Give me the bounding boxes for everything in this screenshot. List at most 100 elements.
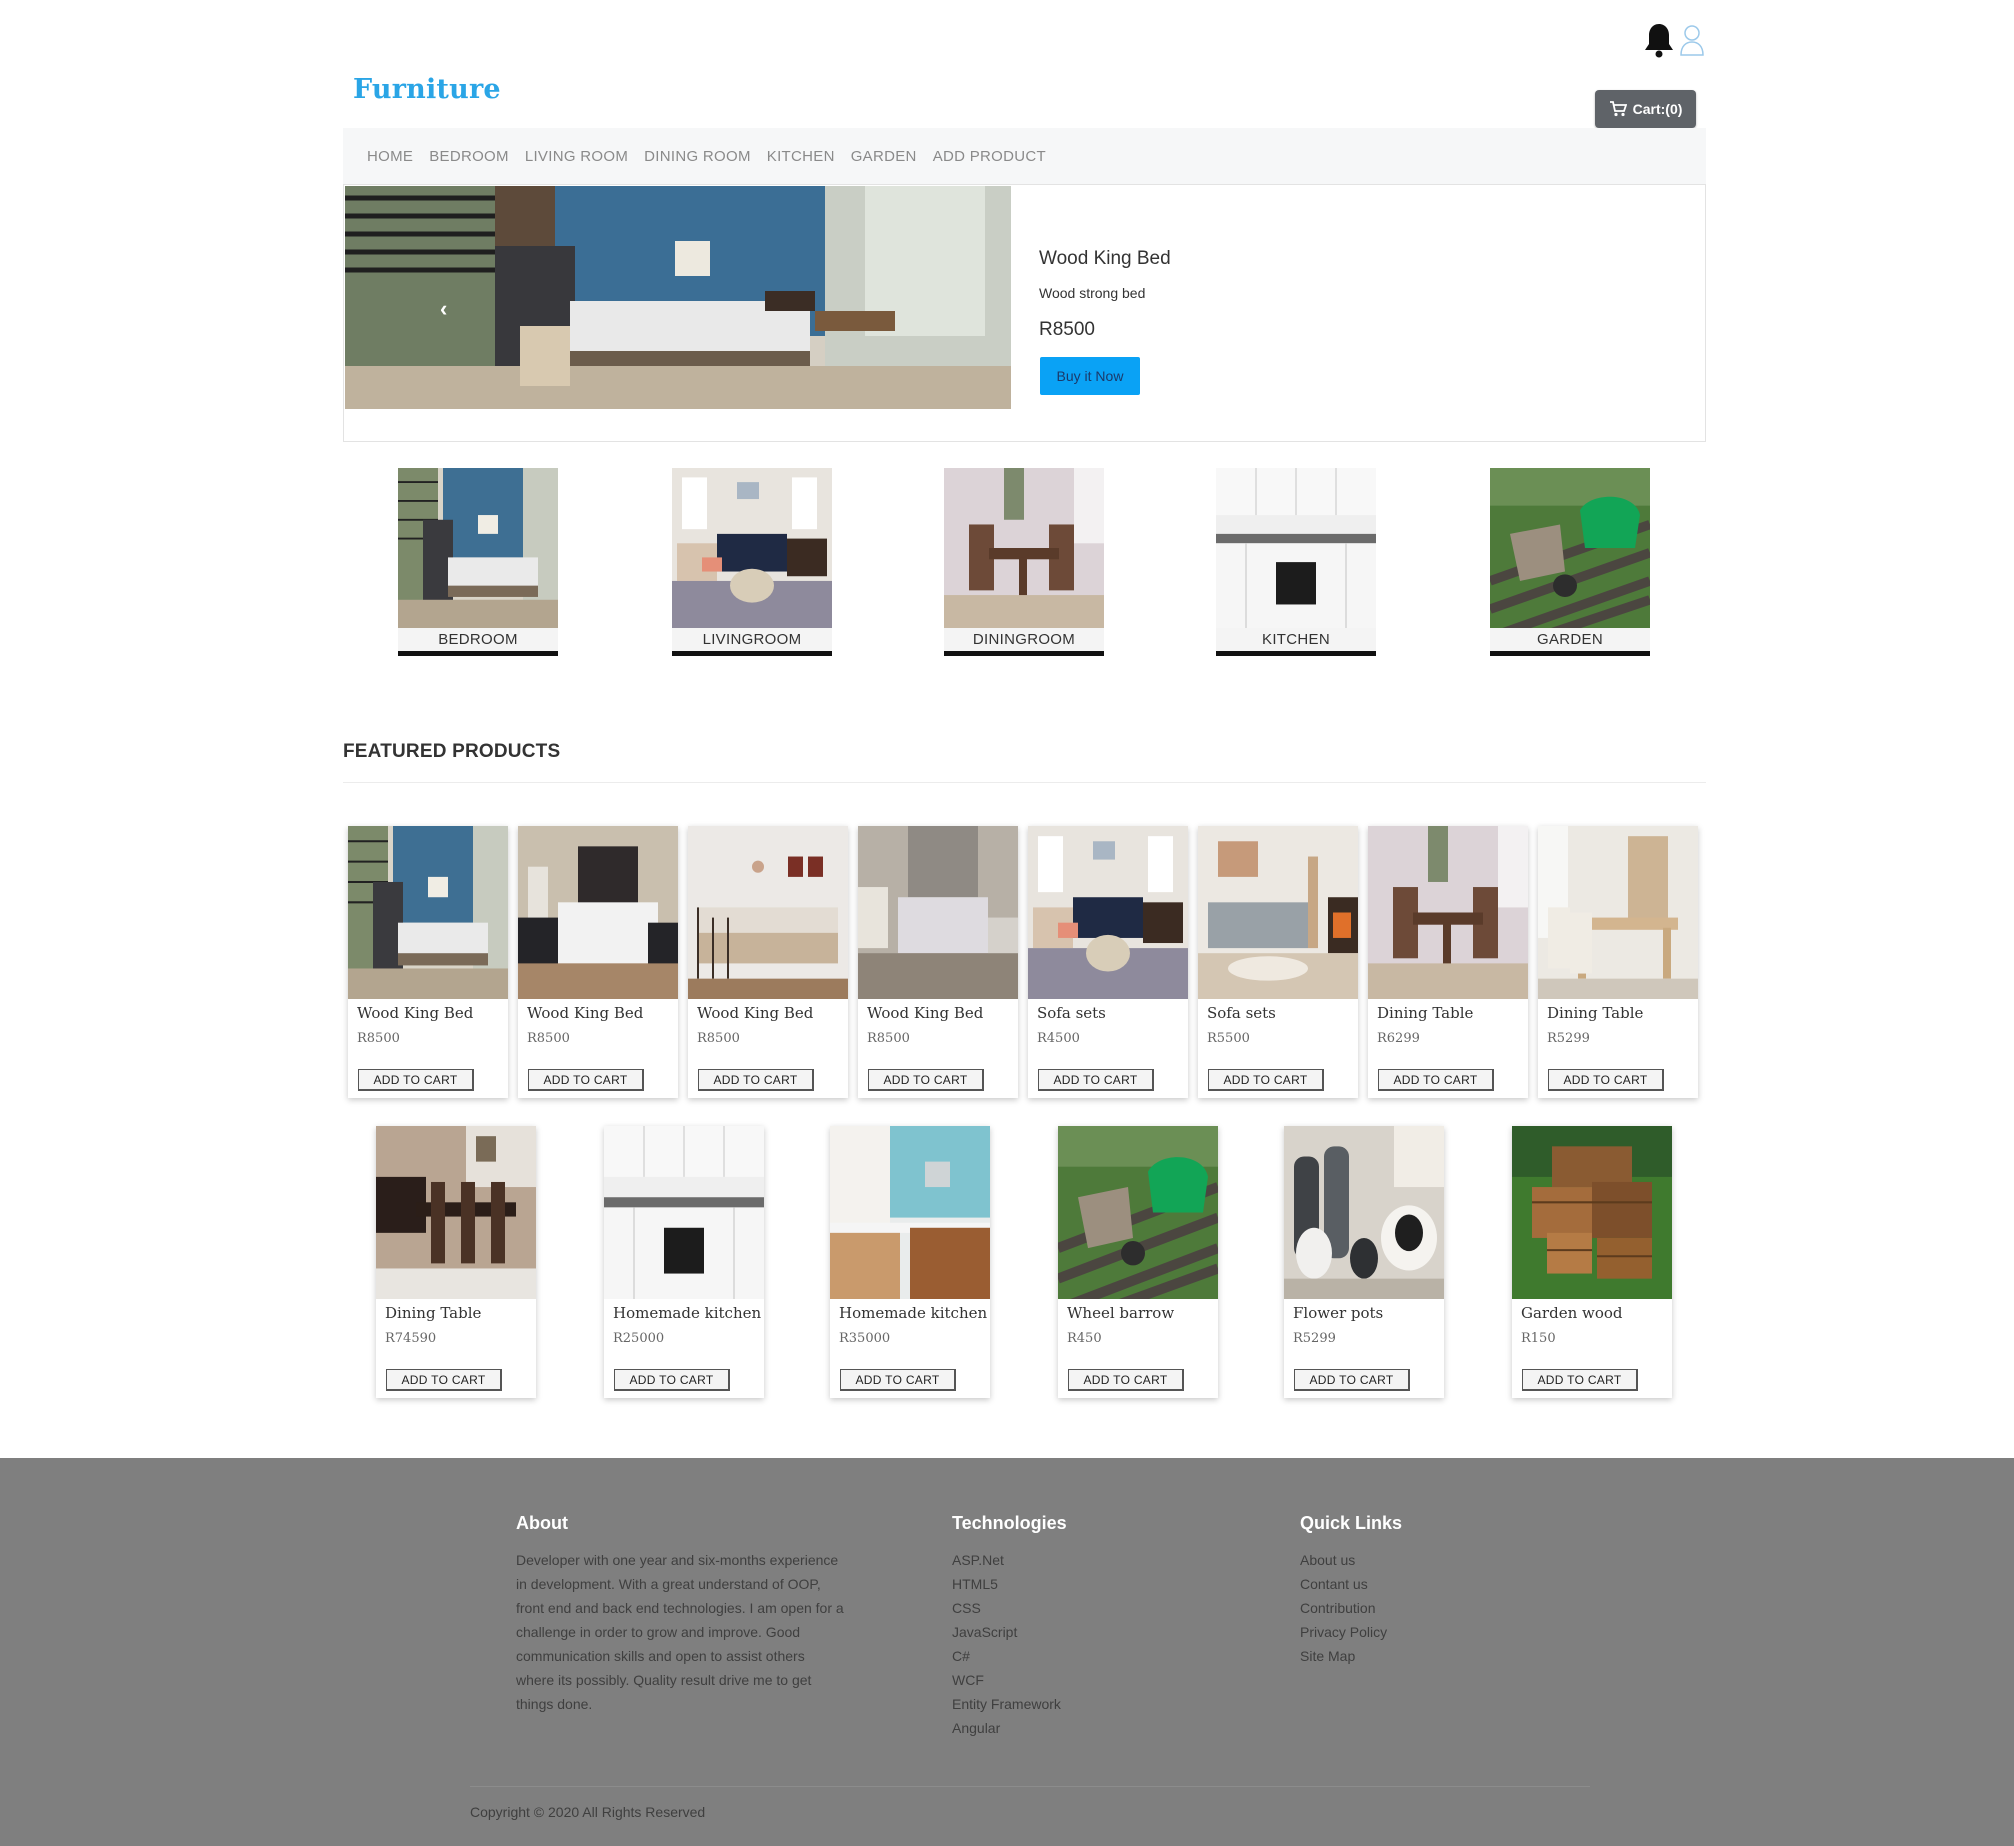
- header-icons: [1643, 20, 1705, 60]
- hero-image: ‹: [345, 186, 1011, 409]
- product-card: Homemade kitchen R25000 ADD TO CART: [604, 1126, 764, 1398]
- product-name: Garden wood: [1521, 1304, 1623, 1322]
- cart-label: Cart:(0): [1632, 101, 1683, 117]
- product-image[interactable]: [1198, 826, 1358, 999]
- add-to-cart-button[interactable]: ADD TO CART: [1378, 1069, 1494, 1091]
- category-bedroom[interactable]: BEDROOM: [398, 468, 558, 665]
- tech-item[interactable]: WCF: [952, 1668, 1067, 1692]
- product-image[interactable]: [348, 826, 508, 999]
- tech-item[interactable]: C#: [952, 1644, 1067, 1668]
- product-name: Sofa sets: [1207, 1004, 1276, 1022]
- product-image[interactable]: [1028, 826, 1188, 999]
- category-image: [672, 468, 832, 628]
- product-image[interactable]: [858, 826, 1018, 999]
- carousel-prev-icon[interactable]: ‹: [440, 296, 447, 322]
- product-card: Sofa sets R4500 ADD TO CART: [1028, 826, 1188, 1098]
- product-price: R6299: [1377, 1031, 1420, 1046]
- tech-item[interactable]: ASP.Net: [952, 1548, 1067, 1572]
- product-image[interactable]: [376, 1126, 536, 1299]
- nav-item-kitchen[interactable]: KITCHEN: [767, 148, 835, 165]
- category-label: BEDROOM: [398, 628, 558, 656]
- category-diningroom[interactable]: DININGROOM: [944, 468, 1104, 665]
- add-to-cart-button[interactable]: ADD TO CART: [868, 1069, 984, 1091]
- add-to-cart-button[interactable]: ADD TO CART: [1038, 1069, 1154, 1091]
- nav-item-add-product[interactable]: ADD PRODUCT: [933, 148, 1046, 165]
- footer-about-text: Developer with one year and six-months e…: [516, 1552, 844, 1712]
- category-image: [1216, 468, 1376, 628]
- product-name: Wood King Bed: [867, 1004, 984, 1022]
- add-to-cart-button[interactable]: ADD TO CART: [1548, 1069, 1664, 1091]
- quick-link-contribution[interactable]: Contribution: [1300, 1596, 1402, 1620]
- category-label: KITCHEN: [1216, 628, 1376, 656]
- hero-description: Wood strong bed: [1039, 285, 1146, 301]
- category-kitchen[interactable]: KITCHEN: [1216, 468, 1376, 665]
- user-icon[interactable]: [1679, 24, 1705, 56]
- product-image[interactable]: [1368, 826, 1528, 999]
- product-image[interactable]: [1284, 1126, 1444, 1299]
- add-to-cart-button[interactable]: ADD TO CART: [1522, 1369, 1638, 1391]
- product-name: Wood King Bed: [527, 1004, 644, 1022]
- product-card: Wood King Bed R8500 ADD TO CART: [348, 826, 508, 1098]
- brand-logo[interactable]: Furniture: [353, 74, 501, 105]
- add-to-cart-button[interactable]: ADD TO CART: [698, 1069, 814, 1091]
- footer-technologies: Technologies ASP.Net HTML5 CSS JavaScrip…: [952, 1513, 1067, 1740]
- product-card: Homemade kitchen R35000 ADD TO CART: [830, 1126, 990, 1398]
- category-label: GARDEN: [1490, 628, 1650, 656]
- quick-link-about-us[interactable]: About us: [1300, 1548, 1402, 1572]
- bell-icon[interactable]: [1643, 22, 1675, 58]
- quick-link-privacy-policy[interactable]: Privacy Policy: [1300, 1620, 1402, 1644]
- category-image: [944, 468, 1104, 628]
- add-to-cart-button[interactable]: ADD TO CART: [614, 1369, 730, 1391]
- tech-item[interactable]: CSS: [952, 1596, 1067, 1620]
- nav-item-home[interactable]: HOME: [367, 148, 413, 165]
- product-card: Wheel barrow R450 ADD TO CART: [1058, 1126, 1218, 1398]
- tech-item[interactable]: Angular: [952, 1716, 1067, 1740]
- nav-item-dining-room[interactable]: DINING ROOM: [644, 148, 751, 165]
- category-image: [1490, 468, 1650, 628]
- add-to-cart-button[interactable]: ADD TO CART: [1294, 1369, 1410, 1391]
- hero-price: R8500: [1039, 319, 1095, 340]
- product-image[interactable]: [1058, 1126, 1218, 1299]
- product-name: Dining Table: [1377, 1004, 1474, 1022]
- product-image[interactable]: [518, 826, 678, 999]
- hero-title: Wood King Bed: [1039, 248, 1171, 269]
- product-image[interactable]: [1538, 826, 1698, 999]
- nav-item-bedroom[interactable]: BEDROOM: [429, 148, 509, 165]
- divider: [343, 782, 1706, 783]
- product-price: R8500: [357, 1031, 400, 1046]
- category-image: [398, 468, 558, 628]
- tech-item[interactable]: HTML5: [952, 1572, 1067, 1596]
- nav-item-garden[interactable]: GARDEN: [851, 148, 917, 165]
- featured-heading: FEATURED PRODUCTS: [343, 741, 561, 762]
- product-price: R4500: [1037, 1031, 1080, 1046]
- category-livingroom[interactable]: LIVINGROOM: [672, 468, 832, 665]
- cart-button[interactable]: Cart:(0): [1595, 90, 1696, 128]
- product-image[interactable]: [604, 1126, 764, 1299]
- product-price: R5500: [1207, 1031, 1250, 1046]
- nav-item-living-room[interactable]: LIVING ROOM: [525, 148, 628, 165]
- quick-link-contact-us[interactable]: Contant us: [1300, 1572, 1402, 1596]
- product-price: R35000: [839, 1331, 891, 1346]
- tech-item[interactable]: JavaScript: [952, 1620, 1067, 1644]
- product-image[interactable]: [688, 826, 848, 999]
- product-name: Flower pots: [1293, 1304, 1384, 1322]
- tech-item[interactable]: Entity Framework: [952, 1692, 1067, 1716]
- add-to-cart-button[interactable]: ADD TO CART: [528, 1069, 644, 1091]
- add-to-cart-button[interactable]: ADD TO CART: [1068, 1369, 1184, 1391]
- category-garden[interactable]: GARDEN: [1490, 468, 1650, 665]
- footer-about-heading: About: [516, 1513, 568, 1533]
- add-to-cart-button[interactable]: ADD TO CART: [1208, 1069, 1324, 1091]
- product-image[interactable]: [830, 1126, 990, 1299]
- product-price: R8500: [527, 1031, 570, 1046]
- add-to-cart-button[interactable]: ADD TO CART: [358, 1069, 474, 1091]
- product-card: Dining Table R74590 ADD TO CART: [376, 1126, 536, 1398]
- product-card: Flower pots R5299 ADD TO CART: [1284, 1126, 1444, 1398]
- quick-link-site-map[interactable]: Site Map: [1300, 1644, 1402, 1668]
- product-card: Wood King Bed R8500 ADD TO CART: [688, 826, 848, 1098]
- buy-now-button[interactable]: Buy it Now: [1040, 357, 1140, 395]
- footer: About Developer with one year and six-mo…: [0, 1458, 2014, 1846]
- add-to-cart-button[interactable]: ADD TO CART: [840, 1369, 956, 1391]
- product-image[interactable]: [1512, 1126, 1672, 1299]
- product-card: Sofa sets R5500 ADD TO CART: [1198, 826, 1358, 1098]
- add-to-cart-button[interactable]: ADD TO CART: [386, 1369, 502, 1391]
